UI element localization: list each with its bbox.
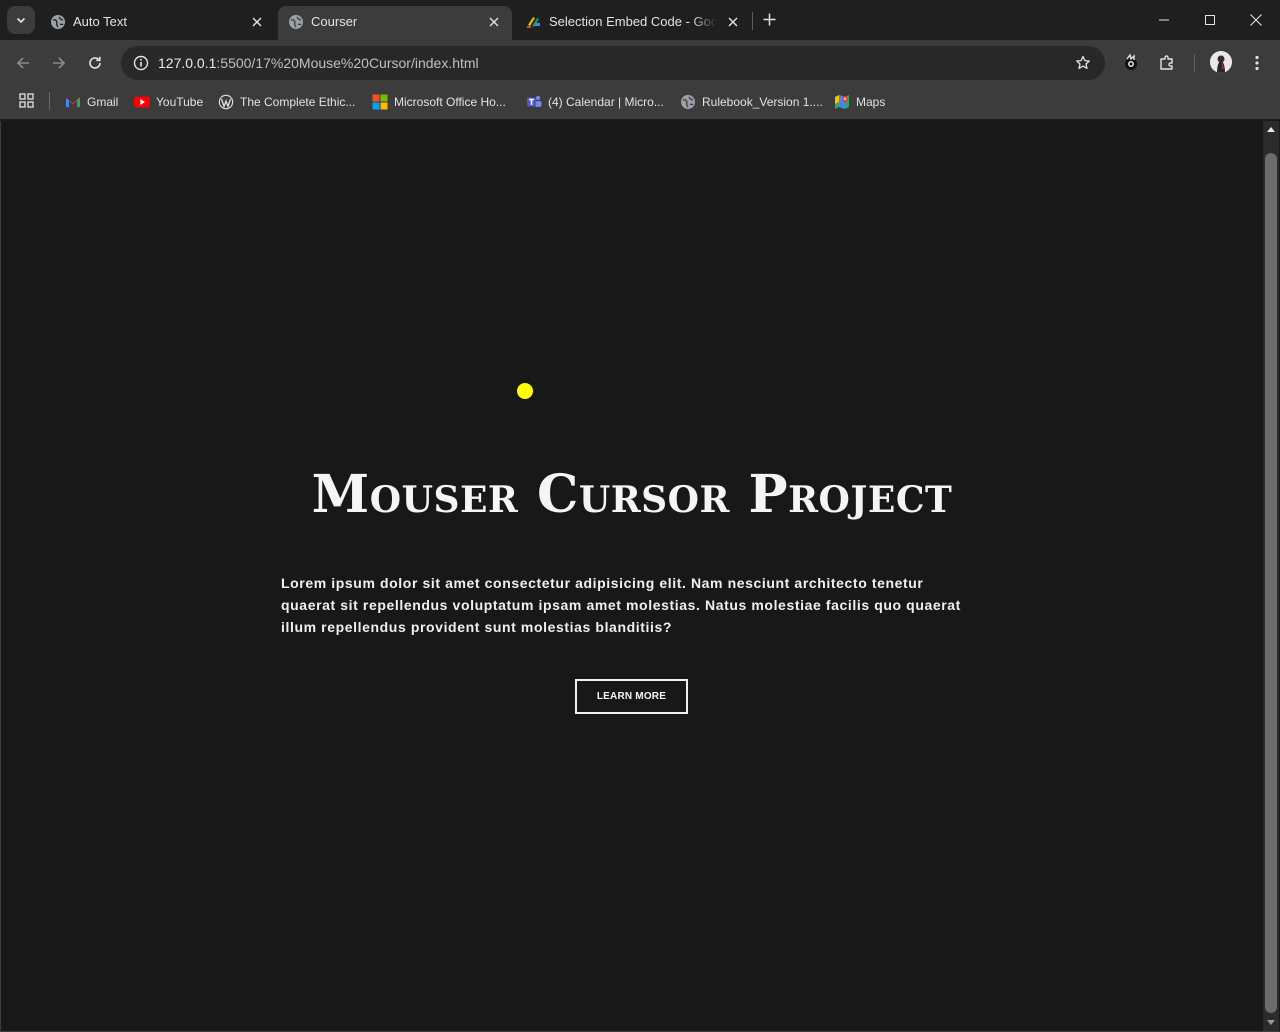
more-vert-icon [1255, 55, 1259, 71]
extensions-menu-button[interactable] [1155, 51, 1179, 75]
bookmark-microsoft-office[interactable]: Microsoft Office Ho... [372, 91, 506, 113]
bookmark-gmail[interactable]: Gmail [65, 91, 118, 113]
custom-cursor-dot [517, 383, 533, 399]
close-icon[interactable] [725, 14, 741, 30]
tab-courser[interactable]: Courser [278, 6, 512, 40]
maximize-button[interactable] [1187, 0, 1233, 40]
bookmark-label: (4) Calendar | Micro... [548, 95, 664, 109]
google-apps-script-icon [527, 17, 540, 28]
page-title: Mouser Cursor Project [311, 464, 953, 525]
bookmark-separator [49, 92, 50, 110]
url-path: :5500/17%20Mouse%20Cursor/index.html [216, 55, 479, 71]
forward-button[interactable] [45, 49, 73, 77]
reload-button[interactable] [81, 49, 109, 77]
arrow-right-icon [53, 57, 66, 69]
globe-icon [51, 15, 65, 29]
new-tab-button[interactable] [758, 8, 780, 30]
scroll-down-arrow-icon[interactable] [1263, 1015, 1279, 1031]
close-window-button[interactable] [1233, 0, 1279, 40]
maps-icon [834, 94, 850, 110]
globe-icon [680, 94, 696, 110]
close-icon[interactable] [486, 14, 502, 30]
tab-auto-text[interactable]: Auto Text [40, 6, 274, 40]
address-bar[interactable]: 127.0.0.1:5500/17%20Mouse%20Cursor/index… [121, 46, 1105, 80]
reload-icon [89, 56, 101, 69]
tab-search-button[interactable] [7, 6, 35, 34]
bookmark-calendar[interactable]: (4) Calendar | Micro... [526, 91, 664, 113]
microsoft-icon [372, 94, 388, 110]
minimize-icon [1159, 19, 1169, 21]
scroll-up-arrow-icon[interactable] [1263, 121, 1279, 137]
title-bar: Auto Text Courser Selection Embed Code -… [0, 0, 1280, 40]
bookmarks-bar: Gmail YouTube The Complete Ethic... Micr… [0, 86, 1280, 120]
url-host: 127.0.0.1 [158, 55, 217, 71]
wordpress-icon [218, 94, 234, 110]
bookmark-label: Microsoft Office Ho... [394, 95, 506, 109]
bookmark-star-button[interactable] [1073, 53, 1093, 73]
tab-separator [752, 12, 753, 30]
page-description: Lorem ipsum dolor sit amet consectetur a… [281, 575, 961, 635]
site-info-button[interactable] [129, 51, 153, 75]
avatar-icon [1210, 51, 1232, 73]
info-icon [133, 55, 149, 71]
maximize-icon [1205, 15, 1215, 25]
bookmark-label: The Complete Ethic... [240, 95, 356, 109]
tab-title: Courser [311, 14, 358, 29]
bookmark-label: Rulebook_Version 1.... [702, 95, 823, 109]
tab-title: Selection Embed Code - Google [549, 14, 717, 29]
bookmark-complete-ethic[interactable]: The Complete Ethic... [218, 91, 355, 113]
globe-icon [289, 15, 303, 29]
gmail-icon [65, 94, 81, 110]
toolbar-separator [1194, 54, 1195, 72]
page-scrollbar[interactable] [1263, 121, 1279, 1031]
extension-logo-icon [1125, 54, 1137, 70]
bookmark-youtube[interactable]: YouTube [134, 91, 203, 113]
arrow-left-icon [16, 57, 29, 69]
chevron-down-icon [16, 17, 26, 24]
puzzle-icon [1160, 55, 1173, 70]
url-text[interactable]: 127.0.0.1:5500/17%20Mouse%20Cursor/index… [158, 55, 479, 71]
extension-button[interactable] [1119, 51, 1143, 75]
chrome-menu-button[interactable] [1245, 51, 1269, 75]
bookmark-label: Maps [856, 95, 886, 109]
minimize-button[interactable] [1141, 0, 1187, 40]
bookmark-maps[interactable]: Maps [834, 91, 885, 113]
bookmark-label: YouTube [156, 95, 204, 109]
scrollbar-thumb[interactable] [1265, 153, 1277, 1013]
back-button[interactable] [9, 49, 37, 77]
bookmark-label: Gmail [87, 95, 119, 109]
tab-title: Auto Text [73, 14, 127, 29]
apps-grid-icon[interactable] [19, 93, 35, 109]
star-icon [1076, 55, 1090, 70]
close-icon[interactable] [249, 14, 265, 30]
browser-toolbar: 127.0.0.1:5500/17%20Mouse%20Cursor/index… [0, 40, 1280, 86]
learn-more-button[interactable]: LEARN MORE [575, 679, 688, 714]
close-icon [1250, 14, 1262, 26]
bookmark-rulebook[interactable]: Rulebook_Version 1.... [680, 91, 823, 113]
teams-icon [526, 94, 542, 110]
plus-icon [763, 13, 775, 25]
page-viewport: Mouser Cursor Project Lorem ipsum dolor … [1, 121, 1263, 1031]
profile-avatar[interactable] [1210, 51, 1232, 73]
tab-selection-embed-code[interactable]: Selection Embed Code - Google [516, 6, 750, 40]
youtube-icon [134, 94, 150, 110]
